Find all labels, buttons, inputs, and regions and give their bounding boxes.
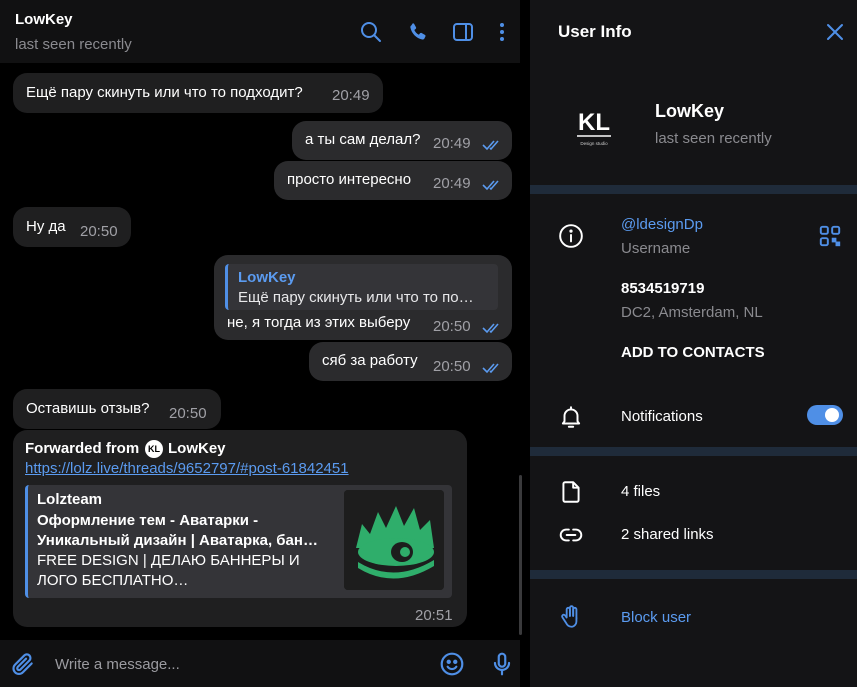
section-divider [530, 447, 857, 456]
message-bubble-outgoing-reply[interactable]: LowKey Ещё пару скинуть или что то по… н… [214, 255, 512, 340]
forwarded-author[interactable]: LowKey [168, 440, 226, 457]
link-preview[interactable]: Lolzteam Оформление тем - Аватарки - Уни… [25, 485, 452, 598]
toggle-knob [825, 408, 839, 422]
phone-location: DC2, Amsterdam, NL [621, 304, 763, 321]
link-preview-description: FREE DESIGN | ДЕЛАЮ БАННЕРЫ И ЛОГО БЕСПЛ… [37, 552, 300, 589]
message-text: просто интересно [287, 171, 412, 188]
username-label: Username [621, 240, 691, 257]
chat-contact-name[interactable]: LowKey [15, 11, 73, 28]
chat-contact-status: last seen recently [15, 36, 132, 53]
message-text: Ещё пару скинуть или что то подходит? [26, 84, 303, 101]
hand-icon [558, 604, 584, 630]
link-preview-title: Оформление тем - Аватарки - Уникальный д… [37, 512, 318, 549]
phone-number[interactable]: 8534519719 [621, 280, 704, 297]
message-text: Оставишь отзыв? [26, 400, 150, 417]
link-preview-site: Lolzteam [37, 491, 103, 508]
panel-title: User Info [558, 22, 632, 41]
message-bubble-incoming[interactable]: Оставишь отзыв? 20:50 [13, 389, 221, 429]
message-bubble-incoming[interactable]: Ну да 20:50 [13, 207, 131, 247]
read-checkmarks-icon [482, 322, 502, 334]
section-divider [530, 185, 857, 194]
more-vertical-icon[interactable] [490, 20, 514, 44]
forwarded-label: Forwarded from [25, 440, 140, 457]
message-time: 20:50 [169, 405, 207, 422]
message-time: 20:49 [332, 87, 370, 104]
read-checkmarks-icon [482, 362, 502, 374]
message-text: сяб за работу [322, 352, 418, 369]
message-bubble-forwarded[interactable]: Forwarded from KL LowKey https://lolz.li… [13, 430, 467, 627]
bell-icon [558, 404, 584, 430]
file-icon [558, 479, 584, 505]
message-time: 20:49 [433, 135, 471, 152]
section-divider [530, 570, 857, 579]
message-bubble-outgoing[interactable]: а ты сам делал? 20:49 [292, 121, 512, 160]
message-composer [0, 640, 520, 687]
message-time: 20:50 [433, 318, 471, 335]
block-user-button[interactable]: Block user [621, 609, 691, 626]
info-icon [558, 223, 584, 249]
message-text: Ну да [26, 218, 66, 235]
message-time: 20:50 [80, 223, 118, 240]
link-preview-thumbnail [344, 490, 444, 590]
read-checkmarks-icon [482, 179, 502, 191]
shared-links-item[interactable]: 2 shared links [621, 526, 714, 543]
user-info-panel: User Info KL Design studio LowKey last s… [530, 0, 857, 687]
profile-status: last seen recently [655, 130, 772, 147]
read-checkmarks-icon [482, 139, 502, 151]
sidebar-icon[interactable] [451, 20, 475, 44]
message-text: а ты сам делал? [305, 131, 421, 148]
chat-scrollbar[interactable] [519, 475, 522, 635]
shared-files-item[interactable]: 4 files [621, 483, 660, 500]
message-bubble-incoming[interactable]: Ещё пару скинуть или что то подходит? 20… [13, 73, 383, 113]
reply-text: Ещё пару скинуть или что то по… [238, 289, 474, 306]
profile-name: LowKey [655, 101, 725, 121]
message-text: не, я тогда из этих выберу [227, 314, 411, 331]
profile-avatar-monogram: KL [578, 109, 610, 136]
chat-pane: LowKey last seen recently Ещё пару скину… [0, 0, 522, 687]
link-icon [558, 522, 584, 548]
qr-code-icon[interactable] [817, 223, 843, 249]
notifications-toggle[interactable] [807, 405, 843, 425]
profile-avatar-caption: Design studio [580, 141, 608, 146]
chat-header: LowKey last seen recently [0, 0, 520, 63]
notifications-label: Notifications [621, 408, 703, 425]
message-list[interactable]: Ещё пару скинуть или что то подходит? 20… [0, 63, 520, 635]
add-to-contacts-button[interactable]: ADD TO CONTACTS [621, 344, 765, 361]
message-bubble-outgoing[interactable]: просто интересно 20:49 [274, 161, 512, 200]
paperclip-icon[interactable] [10, 651, 36, 677]
message-time: 20:50 [433, 358, 471, 375]
phone-icon[interactable] [406, 20, 430, 44]
close-icon[interactable] [824, 21, 846, 43]
message-input[interactable] [55, 652, 415, 676]
profile-avatar[interactable]: KL Design studio [573, 100, 615, 150]
message-time: 20:51 [415, 607, 453, 624]
message-time: 20:49 [433, 175, 471, 192]
reply-author: LowKey [238, 269, 296, 286]
message-link[interactable]: https://lolz.live/threads/9652797/#post-… [25, 460, 349, 477]
search-icon[interactable] [359, 20, 383, 44]
message-bubble-outgoing[interactable]: сяб за работу 20:50 [309, 342, 512, 381]
forwarded-avatar[interactable]: KL [145, 440, 163, 458]
reply-quote[interactable]: LowKey Ещё пару скинуть или что то по… [225, 264, 498, 310]
emoji-icon[interactable] [439, 651, 465, 677]
username-link[interactable]: @ldesignDp [621, 216, 703, 233]
microphone-icon[interactable] [489, 651, 515, 677]
